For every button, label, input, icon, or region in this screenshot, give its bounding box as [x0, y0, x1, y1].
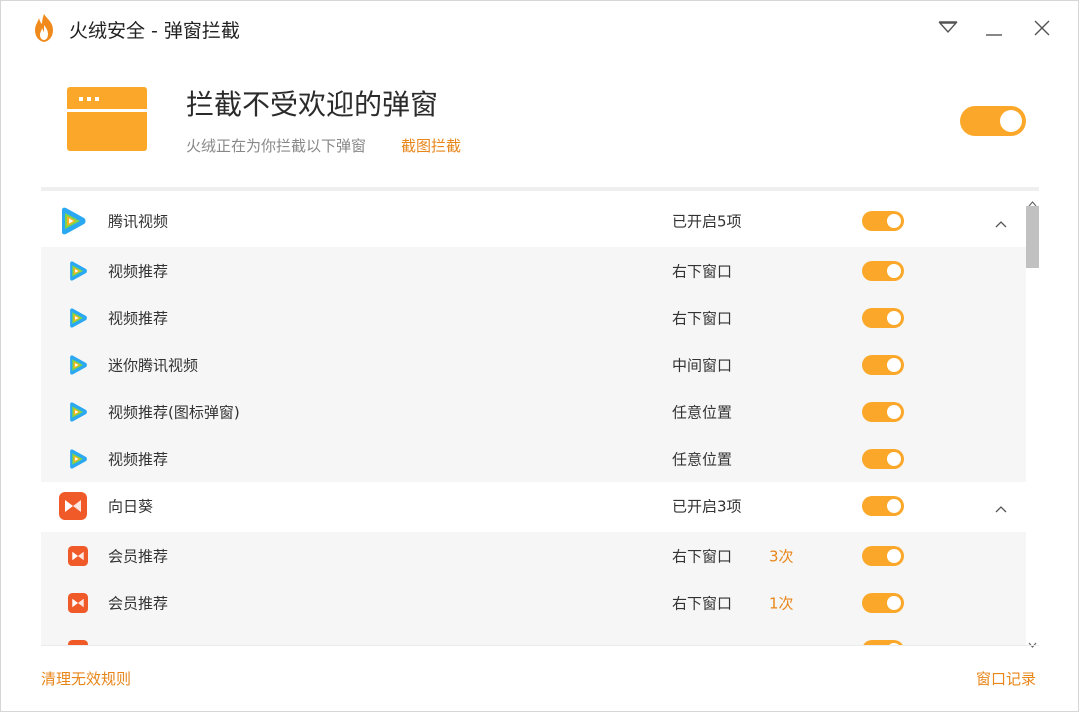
tencent-video-icon: [67, 260, 89, 281]
rule-row[interactable]: 会员推荐 右下窗口 1次: [41, 579, 1026, 626]
page-title: 拦截不受欢迎的弹窗: [186, 88, 439, 121]
popup-rule-list: 腾讯视频 已开启5项 视频推荐 右下窗口 视频推荐 右下窗口 迷你腾讯视频 中间…: [41, 191, 1026, 645]
list-scrollbar[interactable]: [1026, 191, 1039, 648]
tencent-video-icon: [58, 207, 88, 235]
collapse-chevron-icon[interactable]: [993, 215, 1009, 227]
rule-position: 任意位置: [672, 403, 733, 421]
page-subtitle: 火绒正在为你拦截以下弹窗: [186, 137, 367, 155]
popup-window-icon: [67, 87, 147, 151]
clean-invalid-rules-link[interactable]: 清理无效规则: [41, 668, 131, 689]
group-row[interactable]: 向日葵 已开启3项: [41, 482, 1026, 529]
rule-row[interactable]: 视频推荐(图标弹窗) 任意位置: [41, 388, 1026, 435]
rule-position: 任意位置: [672, 450, 733, 468]
master-toggle[interactable]: [960, 106, 1026, 136]
rule-name: 会员推荐: [108, 594, 169, 612]
popup-blocker-window: 火绒安全 - 弹窗拦截 拦截不受欢迎的弹窗 火绒正在为你拦截以下弹窗 截图拦截: [0, 0, 1079, 712]
toggle-knob: [1000, 110, 1022, 132]
sunflower-icon: [58, 491, 88, 520]
toggle-knob: [887, 595, 901, 610]
rule-row[interactable]: [41, 626, 1026, 645]
rule-row[interactable]: 视频推荐 右下窗口: [41, 247, 1026, 294]
sunflower-icon: [67, 545, 89, 566]
group-status: 已开启5项: [672, 212, 742, 230]
group-row[interactable]: 腾讯视频 已开启5项: [41, 197, 1026, 244]
toggle-knob: [887, 404, 901, 419]
toggle-knob: [887, 548, 901, 563]
toggle-knob: [887, 498, 901, 513]
toggle-knob: [887, 213, 901, 228]
rule-position: 中间窗口: [672, 356, 733, 374]
minimize-icon[interactable]: [981, 15, 1007, 41]
close-icon[interactable]: [1029, 15, 1055, 41]
scrollbar-thumb[interactable]: [1026, 206, 1039, 268]
rule-position: 右下窗口: [672, 594, 733, 612]
block-count: 1次: [769, 594, 794, 612]
rule-name: 视频推荐(图标弹窗): [108, 403, 240, 421]
window-title: 火绒安全 - 弹窗拦截: [69, 20, 240, 42]
rule-position: 右下窗口: [672, 547, 733, 565]
rule-toggle[interactable]: [862, 307, 904, 328]
group-toggle[interactable]: [862, 210, 904, 231]
sunflower-icon: [67, 592, 89, 613]
block-count: 3次: [769, 547, 794, 565]
rule-toggle[interactable]: [862, 545, 904, 566]
tencent-video-icon: [67, 307, 89, 328]
rule-position: 右下窗口: [672, 262, 733, 280]
rule-position: 右下窗口: [672, 309, 733, 327]
huorong-logo-icon: [31, 13, 57, 43]
screenshot-block-link[interactable]: 截图拦截: [401, 135, 461, 156]
toggle-knob: [887, 263, 901, 278]
rule-toggle[interactable]: [862, 401, 904, 422]
rule-row[interactable]: 视频推荐 右下窗口: [41, 294, 1026, 341]
group-name: 腾讯视频: [108, 212, 169, 230]
title-bar[interactable]: 火绒安全 - 弹窗拦截: [1, 1, 1078, 57]
rule-toggle[interactable]: [862, 592, 904, 613]
scroll-up-icon[interactable]: [1028, 193, 1037, 207]
rule-name: 视频推荐: [108, 262, 169, 280]
toggle-knob: [887, 310, 901, 325]
tencent-video-icon: [67, 401, 89, 422]
rule-name: 视频推荐: [108, 450, 169, 468]
menu-icon[interactable]: [935, 15, 961, 41]
tencent-video-icon: [67, 448, 89, 469]
group-status: 已开启3项: [672, 497, 742, 515]
rule-toggle[interactable]: [862, 260, 904, 281]
group-name: 向日葵: [108, 497, 154, 515]
window-log-link[interactable]: 窗口记录: [976, 668, 1036, 689]
scroll-down-icon[interactable]: [1028, 634, 1037, 648]
rule-row[interactable]: 迷你腾讯视频 中间窗口: [41, 341, 1026, 388]
group-toggle[interactable]: [862, 495, 904, 516]
tencent-video-icon: [67, 354, 89, 375]
rule-toggle[interactable]: [862, 448, 904, 469]
collapse-chevron-icon[interactable]: [993, 500, 1009, 512]
rule-row[interactable]: 视频推荐 任意位置: [41, 435, 1026, 482]
rule-row[interactable]: 会员推荐 右下窗口 3次: [41, 532, 1026, 579]
rule-name: 迷你腾讯视频: [108, 356, 199, 374]
rule-name: 视频推荐: [108, 309, 169, 327]
rule-name: 会员推荐: [108, 547, 169, 565]
toggle-knob: [887, 357, 901, 372]
toggle-knob: [887, 451, 901, 466]
rule-toggle[interactable]: [862, 354, 904, 375]
footer-divider: [41, 645, 1039, 646]
